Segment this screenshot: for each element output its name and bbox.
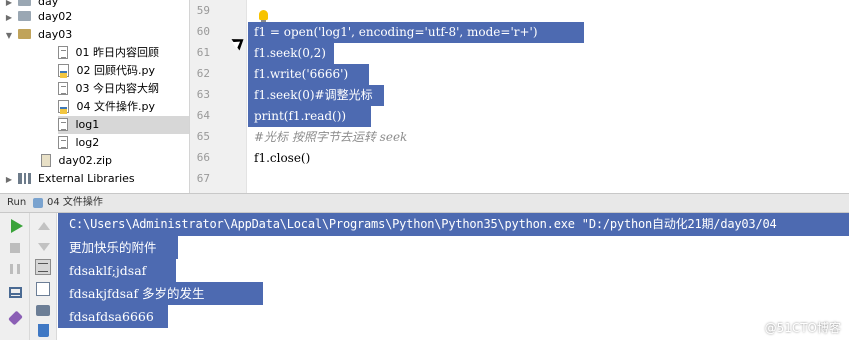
tree-item-label: External Libraries (38, 172, 135, 185)
library-icon (17, 172, 31, 184)
watermark: @51CTO博客 (764, 321, 841, 335)
tree-item-file[interactable]: 01 昨日内容回顾 (58, 44, 159, 62)
expand-arrow-icon[interactable]: ▶ (4, 9, 14, 27)
line-number: 67 (196, 172, 210, 185)
lightbulb-icon[interactable] (259, 10, 268, 23)
tree-item-label: day (38, 0, 59, 8)
tree-item-label: 04 文件操作.py (76, 100, 155, 113)
tree-item-label: log1 (75, 118, 100, 131)
folder-icon (17, 0, 31, 6)
stop-icon[interactable] (10, 243, 20, 253)
tree-item-label: 01 昨日内容回顾 (75, 46, 160, 59)
collapse-arrow-icon[interactable]: ▼ (4, 27, 14, 45)
down-arrow-icon[interactable] (38, 243, 50, 251)
restore-layout-icon[interactable] (9, 287, 22, 298)
line-number: 61 (196, 46, 210, 59)
clear-all-icon[interactable] (38, 324, 49, 337)
line-number-gutter[interactable]: 59 60 61 62 63 64 65 66 67 (190, 0, 247, 193)
python-file-icon (58, 63, 69, 78)
code-line[interactable]: f1.close() (254, 148, 310, 169)
code-line[interactable]: f1 = open('log1', encoding='utf-8', mode… (254, 22, 538, 43)
tree-item-zip[interactable]: day02.zip (41, 152, 112, 170)
console-line: 更加快乐的附件 (69, 240, 157, 255)
code-line[interactable]: f1.seek(0)#调整光标 (254, 85, 373, 106)
tree-item-label: day02.zip (58, 154, 113, 167)
console-line: fdsafdsa6666 (69, 309, 154, 324)
tree-item-file[interactable]: 04 文件操作.py (58, 98, 155, 116)
up-arrow-icon[interactable] (38, 222, 50, 230)
folder-icon (17, 29, 31, 39)
rerun-icon[interactable] (11, 219, 23, 233)
console-output[interactable]: C:\Users\Administrator\AppData\Local\Pro… (58, 213, 849, 340)
code-line[interactable]: print(f1.read()) (254, 106, 346, 127)
run-toolbar (0, 213, 30, 340)
python-file-icon (58, 99, 69, 114)
run-panel-header: Run 04 文件操作 (0, 193, 849, 213)
console-line: fdsaklf;jdsaf (69, 263, 147, 278)
zip-file-icon (41, 153, 51, 167)
text-file-icon (58, 135, 68, 149)
python-run-config-icon (33, 198, 43, 208)
console-line: C:\Users\Administrator\AppData\Local\Pro… (69, 217, 777, 231)
tree-item-label: log2 (75, 136, 100, 149)
code-comment-line[interactable]: #光标 按照字节去运转 seek (254, 127, 407, 148)
tree-item-day02[interactable]: ▶ day02 (4, 8, 72, 26)
tree-item-label: day02 (38, 10, 73, 23)
code-line[interactable]: f1.seek(0,2) (254, 43, 326, 64)
run-tab[interactable]: 04 文件操作 (47, 194, 103, 212)
text-file-icon (58, 117, 68, 131)
tree-item-file[interactable]: 03 今日内容大纲 (58, 80, 159, 98)
tree-item-external-libraries[interactable]: ▶ External Libraries (4, 170, 135, 188)
text-file-icon (58, 81, 68, 95)
pause-icon[interactable] (10, 264, 20, 274)
soft-wrap-icon[interactable] (35, 259, 51, 275)
line-number: 60 (196, 25, 210, 38)
tree-item-day03[interactable]: ▼ day03 (4, 26, 72, 44)
line-number: 63 (196, 88, 210, 101)
tree-item-log2[interactable]: log2 (58, 134, 99, 152)
console-toolbar (30, 213, 57, 340)
tree-item-file[interactable]: 02 回顾代码.py (58, 62, 155, 80)
scroll-to-end-icon[interactable] (36, 282, 50, 296)
console-line: fdsakjfdsaf 多岁的发生 (69, 286, 205, 301)
text-file-icon (58, 45, 68, 59)
tree-item-label: 03 今日内容大纲 (75, 82, 160, 95)
line-number: 66 (196, 151, 210, 164)
expand-arrow-icon[interactable]: ▶ (4, 171, 14, 189)
line-number: 59 (196, 4, 210, 17)
code-line[interactable]: f1.write('6666') (254, 64, 348, 85)
folder-icon (17, 11, 31, 21)
line-number: 62 (196, 67, 210, 80)
pin-tab-icon[interactable] (8, 310, 23, 326)
tree-item-label: 02 回顾代码.py (76, 64, 155, 77)
print-icon[interactable] (36, 305, 50, 316)
code-editor[interactable]: f1 = open('log1', encoding='utf-8', mode… (248, 0, 849, 193)
tree-item-log1[interactable]: log1 (58, 116, 189, 134)
run-label: Run (7, 197, 27, 208)
line-number: 65 (196, 130, 210, 143)
tree-item-label: day03 (38, 28, 73, 41)
project-tree: ▶ day ▶ day02 ▼ day03 01 昨日内容回顾 02 回顾代码.… (0, 0, 190, 193)
line-number: 64 (196, 109, 210, 122)
